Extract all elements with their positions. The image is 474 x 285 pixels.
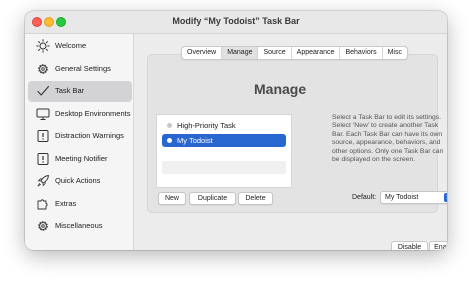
title-bar: Modify “My Todoist” Task Bar xyxy=(25,11,447,34)
sidebar-item-label: Desktop Environments xyxy=(55,109,131,118)
duplicate-button[interactable]: Duplicate xyxy=(189,192,236,205)
sidebar-item-quick-actions[interactable]: Quick Actions xyxy=(28,171,132,192)
delete-button[interactable]: Delete xyxy=(238,192,273,205)
page-title: Manage xyxy=(254,81,307,97)
default-task-bar-select[interactable]: My Todoist ▲▼ xyxy=(380,191,447,204)
chevron-up-down-icon: ▲▼ xyxy=(444,193,447,202)
window-title: Modify “My Todoist” Task Bar xyxy=(172,16,300,26)
sidebar-item-label: Meeting Notifier xyxy=(55,154,108,163)
gear-icon xyxy=(38,64,48,74)
sidebar-item-label: General Settings xyxy=(55,64,111,73)
tab-bar: Overview Manage Source Appearance Behavi… xyxy=(181,46,408,60)
enable-button[interactable]: Enable xyxy=(429,241,447,250)
rocket-icon xyxy=(37,175,49,187)
gear-icon xyxy=(38,221,48,231)
tab-behaviors[interactable]: Behaviors xyxy=(340,47,383,59)
sidebar-item-label: Distraction Warnings xyxy=(55,131,124,140)
sidebar-item-label: Welcome xyxy=(55,41,87,50)
monitor-icon xyxy=(36,108,50,120)
sidebar-item-label: Miscellaneous xyxy=(55,221,103,230)
disable-button[interactable]: Disable xyxy=(391,241,428,250)
sidebar-item-meeting-notifier[interactable]: Meeting Notifier xyxy=(28,149,132,170)
tab-overview[interactable]: Overview xyxy=(182,47,223,59)
default-select-value: My Todoist xyxy=(385,194,419,201)
sidebar-item-label: Task Bar xyxy=(55,86,85,95)
sidebar-item-desktop-environments[interactable]: Desktop Environments xyxy=(28,104,132,125)
manage-description: Select a Task Bar to edit its settings. … xyxy=(332,114,444,164)
list-item-selected[interactable]: My Todoist xyxy=(162,134,286,147)
puzzle-icon xyxy=(37,199,48,210)
content-area: Overview Manage Source Appearance Behavi… xyxy=(134,34,447,250)
sidebar-item-distraction-warnings[interactable]: Distraction Warnings xyxy=(28,126,132,147)
list-item-label: High-Priority Task xyxy=(177,121,236,130)
list-item-label: My Todoist xyxy=(177,136,213,145)
preferences-window: Modify “My Todoist” Task Bar Welcome Gen… xyxy=(25,11,447,250)
tab-manage[interactable]: Manage xyxy=(222,47,259,59)
sidebar-item-task-bar[interactable]: Task Bar xyxy=(28,81,132,102)
task-bar-list[interactable]: High-Priority Task My Todoist xyxy=(156,114,292,188)
checkmark-icon xyxy=(37,85,50,96)
tab-misc[interactable]: Misc xyxy=(383,47,407,59)
sidebar-item-general-settings[interactable]: General Settings xyxy=(28,59,132,80)
status-dot-icon xyxy=(167,138,172,143)
sidebar-item-label: Quick Actions xyxy=(55,176,101,185)
warning-icon xyxy=(37,130,49,142)
default-label: Default: xyxy=(352,194,377,201)
sun-icon xyxy=(36,39,50,53)
sidebar-item-extras[interactable]: Extras xyxy=(28,194,132,215)
sidebar-item-label: Extras xyxy=(55,199,77,208)
sidebar-item-welcome[interactable]: Welcome xyxy=(28,36,132,57)
status-dot-icon xyxy=(167,123,172,128)
sidebar-item-miscellaneous[interactable]: Miscellaneous xyxy=(28,216,132,237)
sidebar: Welcome General Settings Task Bar Deskto… xyxy=(25,34,134,250)
tab-source[interactable]: Source xyxy=(258,47,292,59)
new-button[interactable]: New xyxy=(158,192,186,205)
bell-icon xyxy=(37,153,49,165)
empty-list-row xyxy=(162,161,286,174)
list-item[interactable]: High-Priority Task xyxy=(162,119,286,132)
tab-appearance[interactable]: Appearance xyxy=(292,47,341,59)
